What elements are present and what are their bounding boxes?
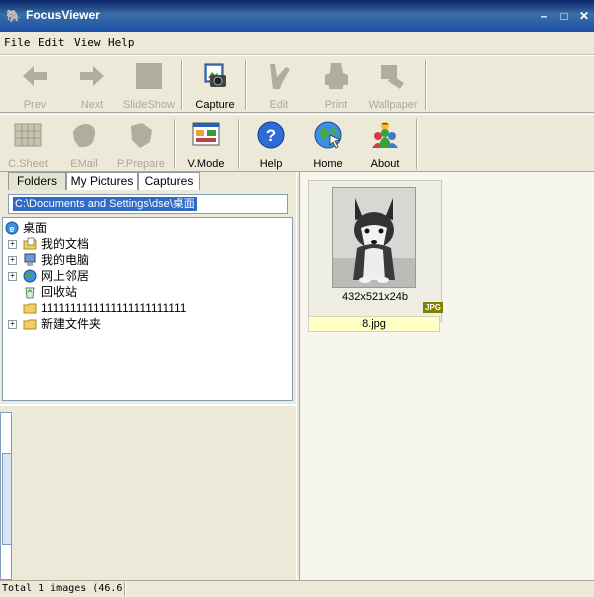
jpg-badge: JPG <box>423 302 443 313</box>
slideshow-icon <box>136 63 162 89</box>
svg-text:e: e <box>9 224 14 234</box>
title-bar: 🐘 FocusViewer – □ ✕ <box>0 0 594 32</box>
maximize-button[interactable]: □ <box>556 8 572 24</box>
desktop-icon: e <box>5 221 19 235</box>
about-icon <box>372 122 398 148</box>
folder-tree[interactable]: e 桌面 + 我的文档 + 我的电脑 + 网上邻居 回收站 1111111111… <box>2 217 293 401</box>
email-button[interactable]: EMail <box>56 116 112 172</box>
recycle-bin-icon <box>25 287 35 299</box>
slideshow-button[interactable]: SlideShow <box>121 57 177 113</box>
print-prepare-icon <box>131 123 152 148</box>
thumbnail-image <box>332 187 416 288</box>
toolbar-separator <box>416 119 418 169</box>
scrollbar-thumb[interactable] <box>2 453 12 545</box>
main-toolbar: Prev Next SlideShow Capture Edit Print W… <box>0 55 594 113</box>
home-globe-icon <box>314 121 342 149</box>
thumbnail-dimensions: 432x521x24b <box>341 291 409 303</box>
minimize-button[interactable]: – <box>536 8 552 24</box>
window-title: FocusViewer <box>26 8 100 22</box>
home-button[interactable]: Home <box>300 116 356 172</box>
arrow-left-icon <box>23 66 47 86</box>
expander-plus-icon[interactable]: + <box>8 240 17 249</box>
my-computer-icon <box>24 253 36 266</box>
app-icon: 🐘 <box>6 9 21 23</box>
svg-text:?: ? <box>266 126 276 145</box>
path-field[interactable]: C:\Documents and Settings\dse\桌面 <box>8 194 288 214</box>
help-button[interactable]: ? Help <box>243 116 299 172</box>
wallpaper-button[interactable]: Wallpaper <box>365 57 421 113</box>
toolbar-separator <box>245 60 247 110</box>
view-mode-icon <box>192 122 220 146</box>
folder-icon <box>23 303 37 314</box>
about-button[interactable]: About <box>357 116 413 172</box>
help-icon: ? <box>257 121 285 149</box>
wallpaper-icon <box>381 65 404 89</box>
secondary-toolbar: C.Sheet EMail P.Prepare V.Mode ? Help Ho… <box>0 114 594 172</box>
tab-folders[interactable]: Folders <box>8 172 66 190</box>
thumbnail-card[interactable]: 432x521x24b JPG <box>308 180 443 322</box>
paint-brush-icon <box>270 64 290 89</box>
capture-button[interactable]: Capture <box>187 57 243 113</box>
expander-plus-icon[interactable]: + <box>8 256 17 265</box>
menu-bar: File Edit View Help <box>0 32 594 55</box>
toolbar-separator <box>425 60 427 110</box>
menu-file[interactable]: File <box>4 36 31 49</box>
arrow-right-icon <box>80 66 104 86</box>
folder-icon <box>23 319 37 330</box>
husky-puppy-photo <box>333 188 415 287</box>
contact-sheet-button[interactable]: C.Sheet <box>0 116 56 172</box>
my-documents-icon <box>23 237 37 250</box>
expander-plus-icon[interactable]: + <box>8 272 17 281</box>
email-icon <box>73 124 96 148</box>
printer-icon <box>325 63 348 89</box>
status-text: Total 1 images (46.6 <box>2 583 123 594</box>
toolbar-separator <box>181 60 183 110</box>
print-button[interactable]: Print <box>308 57 364 113</box>
preview-pane <box>0 404 296 580</box>
print-prepare-button[interactable]: P.Prepare <box>113 116 169 172</box>
close-button[interactable]: ✕ <box>576 8 592 24</box>
camera-icon <box>204 63 226 87</box>
next-button[interactable]: Next <box>64 57 120 113</box>
toolbar-separator <box>238 119 240 169</box>
edit-button[interactable]: Edit <box>251 57 307 113</box>
toolbar-separator <box>174 119 176 169</box>
menu-help[interactable]: Help <box>108 36 135 49</box>
status-bar: Total 1 images (46.6 <box>0 580 594 597</box>
tab-my-pictures[interactable]: My Pictures <box>66 172 138 190</box>
prev-button[interactable]: Prev <box>7 57 63 113</box>
network-icon <box>23 269 37 283</box>
path-text: C:\Documents and Settings\dse\桌面 <box>13 197 197 211</box>
menu-edit[interactable]: Edit <box>38 36 65 49</box>
expander-plus-icon[interactable]: + <box>8 320 17 329</box>
view-mode-button[interactable]: V.Mode <box>178 116 234 172</box>
thumbnail-pane: 432x521x24b JPG 8.jpg <box>300 172 594 580</box>
tab-captures[interactable]: Captures <box>138 172 200 190</box>
menu-view[interactable]: View <box>74 36 101 49</box>
thumbnail-filename[interactable]: 8.jpg <box>308 316 440 332</box>
contact-sheet-icon <box>14 123 42 147</box>
status-separator <box>124 582 126 596</box>
preview-scrollbar[interactable] <box>0 412 12 580</box>
